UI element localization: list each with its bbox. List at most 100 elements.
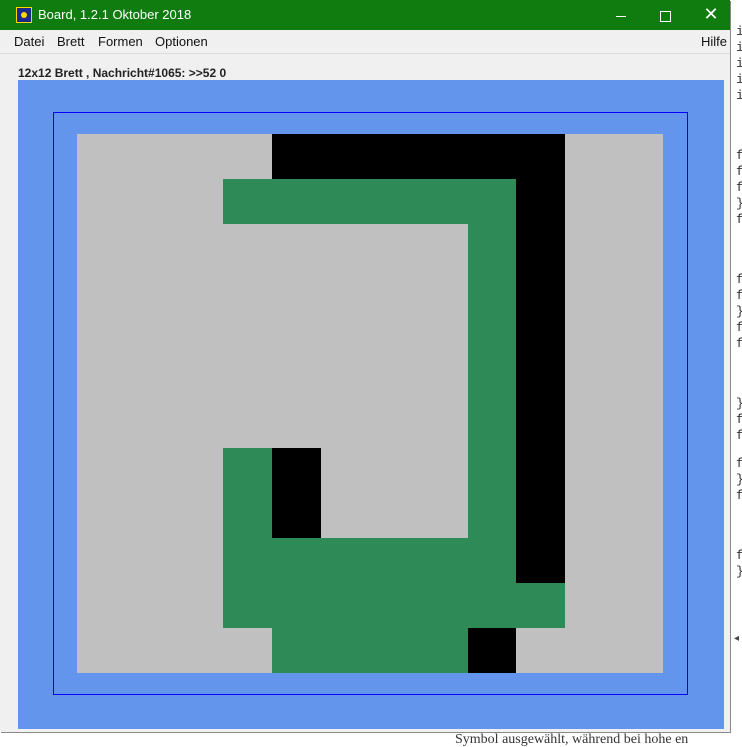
board-cell[interactable] [223, 538, 273, 584]
board-cell[interactable] [516, 313, 566, 359]
board-cell[interactable] [77, 628, 126, 673]
board-cell[interactable] [77, 268, 126, 314]
board-cell[interactable] [77, 178, 126, 224]
menu-datei[interactable]: Datei [14, 34, 44, 50]
close-button[interactable]: ✕ [688, 0, 734, 30]
board-cell[interactable] [418, 403, 468, 449]
menu-brett[interactable]: Brett [57, 34, 84, 50]
board-cell[interactable] [321, 403, 370, 449]
board-cell[interactable] [369, 358, 419, 404]
board-cell[interactable] [516, 628, 566, 673]
board-cell[interactable] [418, 493, 468, 539]
board-cell[interactable] [614, 358, 663, 404]
board-cell[interactable] [467, 358, 517, 404]
board-cell[interactable] [272, 493, 322, 539]
board-cell[interactable] [467, 628, 517, 673]
board-cell[interactable] [516, 358, 566, 404]
board-cell[interactable] [321, 538, 370, 584]
board-cell[interactable] [174, 223, 224, 269]
board-cell[interactable] [272, 313, 322, 359]
board-cell[interactable] [418, 268, 468, 314]
board-cell[interactable] [174, 493, 224, 539]
board-cell[interactable] [565, 583, 615, 629]
board-cell[interactable] [174, 313, 224, 359]
board-cell[interactable] [369, 448, 419, 494]
board-cell[interactable] [125, 223, 175, 269]
board-cell[interactable] [77, 134, 126, 179]
board-cell[interactable] [614, 493, 663, 539]
board-cell[interactable] [272, 223, 322, 269]
board-cell[interactable] [223, 583, 273, 629]
board-cell[interactable] [516, 223, 566, 269]
board-cell[interactable] [467, 583, 517, 629]
board-cell[interactable] [467, 448, 517, 494]
board-cell[interactable] [77, 448, 126, 494]
board-cell[interactable] [418, 358, 468, 404]
board-cell[interactable] [223, 493, 273, 539]
board-cell[interactable] [418, 583, 468, 629]
board-cell[interactable] [125, 178, 175, 224]
board-cell[interactable] [467, 223, 517, 269]
board-cell[interactable] [125, 448, 175, 494]
board-cell[interactable] [467, 403, 517, 449]
board-cell[interactable] [565, 223, 615, 269]
board-cell[interactable] [223, 313, 273, 359]
board-cell[interactable] [565, 313, 615, 359]
board-cell[interactable] [223, 448, 273, 494]
board-cell[interactable] [77, 493, 126, 539]
board-cell[interactable] [369, 538, 419, 584]
board-cell[interactable] [369, 313, 419, 359]
title-bar[interactable]: Board, 1.2.1 Oktober 2018 ✕ [0, 0, 730, 30]
board-cell[interactable] [369, 178, 419, 224]
board-cell[interactable] [321, 358, 370, 404]
board-cell[interactable] [614, 313, 663, 359]
board-cell[interactable] [125, 358, 175, 404]
board-cell[interactable] [565, 493, 615, 539]
board-cell[interactable] [77, 403, 126, 449]
board-cell[interactable] [272, 583, 322, 629]
board-cell[interactable] [321, 448, 370, 494]
board-cell[interactable] [418, 313, 468, 359]
board-cell[interactable] [369, 268, 419, 314]
board-cell[interactable] [565, 178, 615, 224]
board-cell[interactable] [614, 223, 663, 269]
menu-formen[interactable]: Formen [98, 34, 143, 50]
board-cell[interactable] [272, 448, 322, 494]
board-cell[interactable] [321, 583, 370, 629]
board-cell[interactable] [467, 493, 517, 539]
board-cell[interactable] [516, 134, 566, 179]
board-cell[interactable] [125, 493, 175, 539]
board-cell[interactable] [516, 538, 566, 584]
board-cell[interactable] [77, 583, 126, 629]
board-cell[interactable] [614, 628, 663, 673]
board-cell[interactable] [565, 538, 615, 584]
board-cell[interactable] [369, 628, 419, 673]
board-cell[interactable] [467, 313, 517, 359]
board-cell[interactable] [565, 268, 615, 314]
board-grid[interactable] [77, 134, 663, 673]
board-cell[interactable] [516, 583, 566, 629]
board-cell[interactable] [125, 313, 175, 359]
board-cell[interactable] [272, 628, 322, 673]
board-cell[interactable] [223, 223, 273, 269]
board-cell[interactable] [418, 223, 468, 269]
board-cell[interactable] [467, 178, 517, 224]
maximize-button[interactable] [642, 0, 688, 30]
board-cell[interactable] [174, 268, 224, 314]
board-cell[interactable] [125, 134, 175, 179]
board-cell[interactable] [467, 268, 517, 314]
board-cell[interactable] [125, 403, 175, 449]
board-cell[interactable] [369, 583, 419, 629]
board-cell[interactable] [467, 134, 517, 179]
board-cell[interactable] [174, 403, 224, 449]
board-cell[interactable] [272, 268, 322, 314]
board-cell[interactable] [223, 268, 273, 314]
board-cell[interactable] [321, 628, 370, 673]
board-cell[interactable] [77, 223, 126, 269]
board-cell[interactable] [369, 134, 419, 179]
board-cell[interactable] [516, 178, 566, 224]
board-cell[interactable] [77, 358, 126, 404]
board-cell[interactable] [223, 178, 273, 224]
board-cell[interactable] [614, 583, 663, 629]
board-cell[interactable] [516, 493, 566, 539]
